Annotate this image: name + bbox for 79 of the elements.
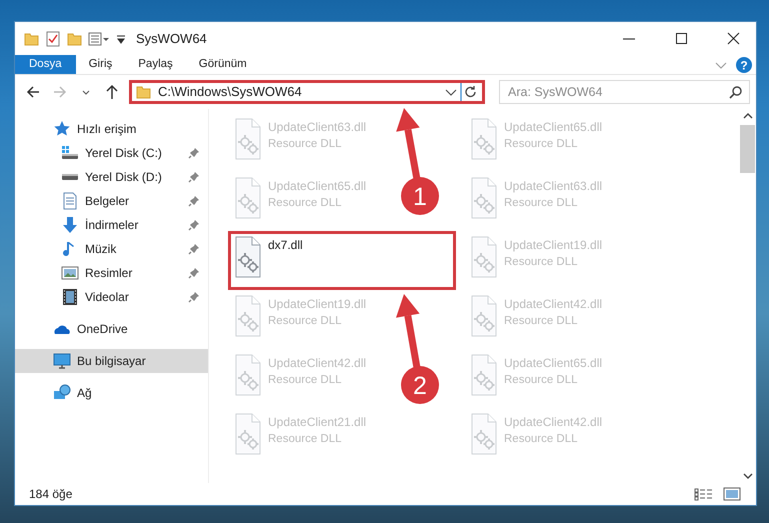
sidebar-item[interactable]: Yerel Disk (C:) [15,141,208,165]
file-item[interactable]: dx7.dll [228,231,456,290]
file-name: UpdateClient63.dll [268,119,366,136]
sidebar-item[interactable]: Videolar [15,285,208,309]
sidebar-item[interactable]: Bu bilgisayar [15,349,208,373]
ribbon-tab[interactable]: Paylaş [125,55,186,74]
dll-file-icon [235,118,261,160]
file-type: Resource DLL [504,432,579,447]
file-type: Resource DLL [504,196,579,211]
file-type: Resource DLL [504,314,579,329]
address-path: C:\Windows\SysWOW64 [158,83,303,102]
download-arrow-icon [61,216,79,234]
file-name: UpdateClient65.dll [504,119,602,136]
drive-icon [61,144,79,162]
file-type: Resource DLL [268,314,343,329]
file-name: UpdateClient19.dll [268,296,366,313]
file-name: UpdateClient65.dll [504,355,602,372]
sidebar-item[interactable]: Ağ [15,381,208,405]
dll-file-icon [235,413,261,455]
dll-file-icon [471,118,497,160]
file-name: UpdateClient42.dll [504,414,602,431]
dll-file-icon [471,295,497,337]
ribbon-tab[interactable]: Görünüm [186,55,260,74]
film-icon [61,288,79,306]
dll-file-icon [235,236,261,278]
sidebar-item[interactable]: Hızlı erişim [15,117,208,141]
network-icon [53,384,71,402]
sidebar-item[interactable]: Resimler [15,261,208,285]
document-icon [61,192,79,210]
recent-locations-icon [82,90,90,94]
minimize-icon [623,38,635,40]
scrollbar-thumb[interactable] [740,125,755,173]
help-button[interactable]: ? [736,57,752,73]
dll-file-icon [471,236,497,278]
search-field[interactable]: Ara: SysWOW64 [499,80,750,104]
file-type: Resource DLL [504,373,579,388]
folder-icon [136,84,152,100]
sidebar-item[interactable]: Yerel Disk (D:) [15,165,208,189]
file-name: UpdateClient63.dll [504,178,602,195]
file-name: UpdateClient19.dll [504,237,602,254]
step-badge: 1 [401,177,439,215]
view-options-icon[interactable] [88,30,110,46]
picture-icon [61,264,79,282]
dll-file-icon [471,177,497,219]
window-title: SysWOW64 [136,30,207,48]
properties-icon[interactable] [45,30,61,46]
file-type: Resource DLL [504,255,579,270]
file-type: Resource DLL [268,373,343,388]
details-view-icon[interactable] [694,487,714,501]
ribbon-tab[interactable]: Dosya [15,55,76,74]
file-name: UpdateClient21.dll [268,414,366,431]
sidebar-item[interactable]: OneDrive [15,317,208,341]
dll-file-icon [471,413,497,455]
monitor-icon [53,352,71,370]
dll-file-icon [235,177,261,219]
drive-icon [61,173,79,181]
file-name: dx7.dll [268,237,303,254]
file-name: UpdateClient42.dll [268,355,366,372]
search-icon [729,85,743,99]
dll-file-icon [235,354,261,396]
step-badge: 2 [401,366,439,404]
dll-file-icon [235,295,261,337]
sidebar-item[interactable]: İndirmeler [15,213,208,237]
file-type: Resource DLL [504,137,579,152]
maximize-icon [674,31,688,46]
large-icons-view-icon[interactable] [722,487,742,501]
file-type: Resource DLL [268,137,343,152]
dll-file-icon [471,354,497,396]
close-icon [726,31,740,46]
file-name: UpdateClient42.dll [504,296,602,313]
file-name: UpdateClient65.dll [268,178,366,195]
file-type: Resource DLL [268,432,343,447]
ribbon-tab[interactable]: Giriş [76,55,126,74]
sidebar-item[interactable]: Müzik [15,237,208,261]
file-type: Resource DLL [268,196,343,211]
sidebar-item[interactable]: Belgeler [15,189,208,213]
star-icon [53,120,71,138]
item-count: 184 öğe [29,486,74,503]
address-bar[interactable]: C:\Windows\SysWOW64 [129,80,485,104]
